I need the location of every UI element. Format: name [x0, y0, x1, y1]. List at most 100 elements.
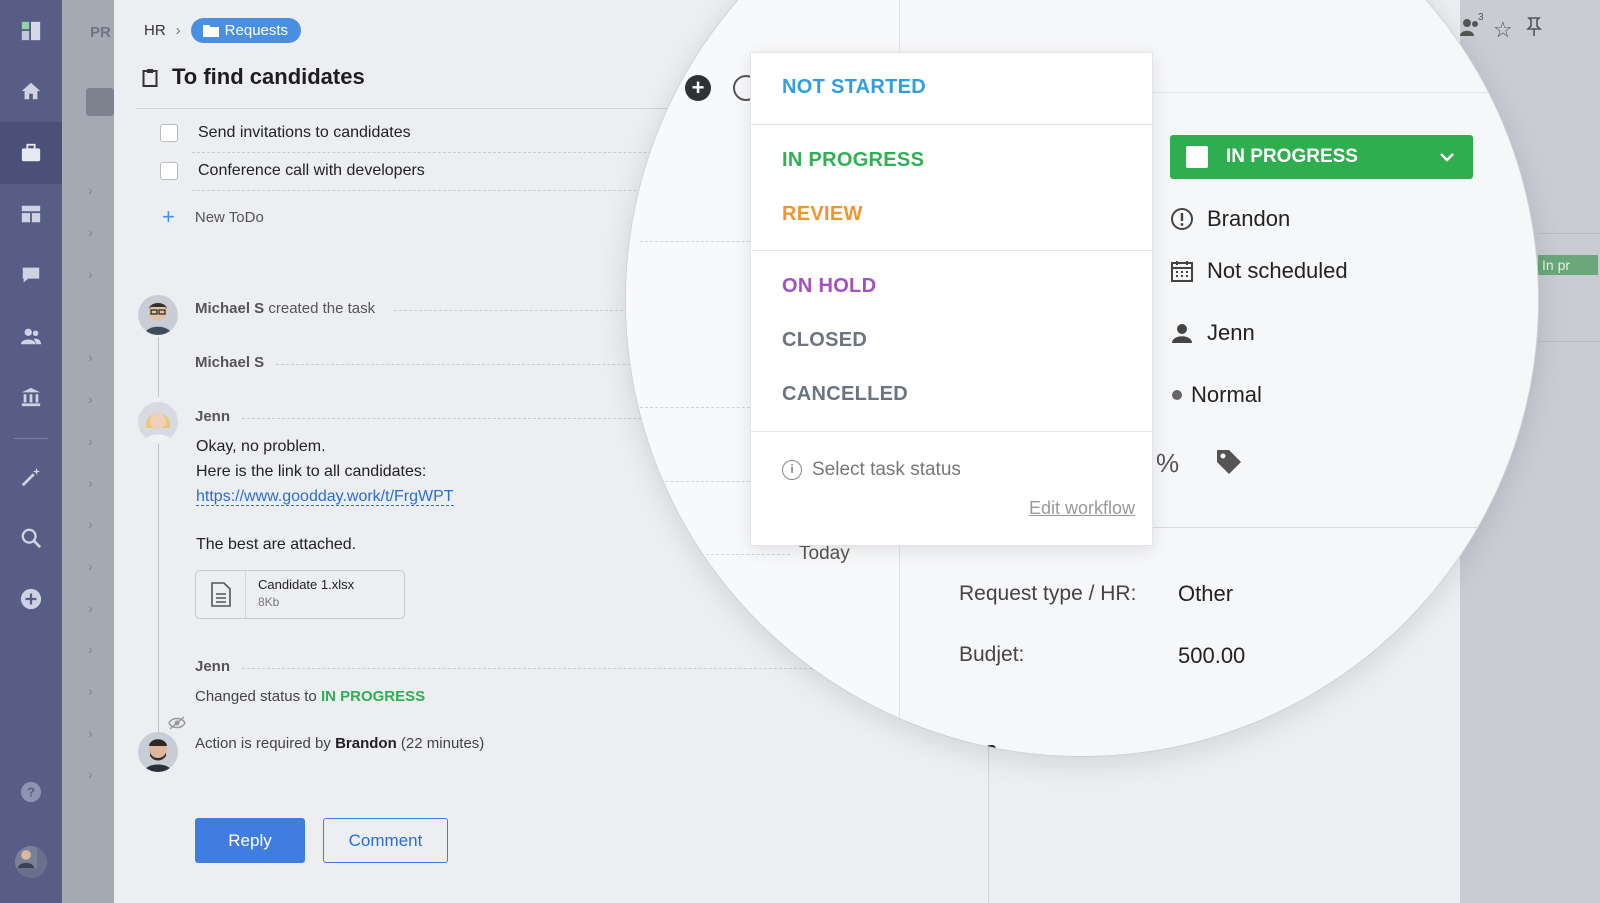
- rail-divider: [14, 438, 48, 439]
- todo-checkbox[interactable]: [160, 124, 178, 142]
- chevron-right-icon[interactable]: ›: [88, 475, 93, 491]
- organization-icon[interactable]: [18, 384, 44, 410]
- add-circle-icon[interactable]: [18, 586, 44, 612]
- avatar[interactable]: [138, 732, 178, 772]
- divider: [1538, 341, 1600, 342]
- chevron-right-icon[interactable]: ›: [88, 349, 93, 365]
- help-icon[interactable]: ?: [18, 779, 44, 805]
- tag-partial-badge: In pr: [1538, 255, 1598, 275]
- event-text: Action is required by: [195, 735, 331, 752]
- breadcrumb-root[interactable]: HR: [144, 22, 166, 39]
- field-value[interactable]: 500.00: [1178, 643, 1245, 669]
- chevron-down-icon: [1437, 147, 1457, 173]
- attachment-size: 8Kb: [258, 595, 280, 609]
- hidden-eye-icon[interactable]: [168, 716, 186, 735]
- chevron-right-icon[interactable]: ›: [88, 766, 93, 782]
- chevron-right-icon[interactable]: ›: [88, 266, 93, 282]
- status-option-cancelled[interactable]: CANCELLED: [782, 383, 908, 406]
- author-name[interactable]: Michael S: [195, 300, 264, 317]
- priority-row[interactable]: Normal: [1170, 382, 1262, 408]
- page-title: To find candidates: [142, 64, 365, 90]
- dashboard-icon[interactable]: [18, 201, 44, 227]
- chevron-right-icon[interactable]: ›: [88, 725, 93, 741]
- assignee-value: Jenn: [1207, 320, 1255, 345]
- attachment-card[interactable]: Candidate 1.xlsx 8Kb: [195, 570, 405, 619]
- user-name[interactable]: Brandon: [335, 735, 397, 752]
- sidebar-header: PR: [90, 24, 111, 41]
- current-status-label: IN PROGRESS: [1226, 146, 1358, 167]
- new-todo-button[interactable]: + New ToDo: [162, 204, 264, 230]
- field-value[interactable]: Other: [1178, 581, 1233, 607]
- divider: [1152, 92, 1538, 93]
- divider: [751, 431, 1152, 432]
- chevron-right-icon[interactable]: ›: [88, 433, 93, 449]
- reply-button[interactable]: Reply: [195, 818, 305, 863]
- status-dropdown-button[interactable]: IN PROGRESS: [1170, 135, 1473, 179]
- svg-text:?: ?: [27, 785, 35, 800]
- chevron-right-icon[interactable]: ›: [88, 683, 93, 699]
- user-avatar[interactable]: [15, 846, 47, 878]
- candidates-link[interactable]: https://www.goodday.work/t/FrgWPT: [196, 488, 454, 506]
- chat-icon[interactable]: [18, 262, 44, 288]
- status-option-closed[interactable]: CLOSED: [782, 329, 867, 352]
- divider: [640, 241, 760, 242]
- edit-workflow-link[interactable]: Edit workflow: [1029, 498, 1135, 519]
- message-line: Okay, no problem.: [196, 438, 326, 455]
- add-icon[interactable]: +: [685, 75, 711, 101]
- divider: [640, 554, 790, 555]
- status-option-on-hold[interactable]: ON HOLD: [782, 275, 876, 298]
- chevron-right-icon[interactable]: ›: [88, 600, 93, 616]
- timeline-line: [158, 337, 159, 397]
- status-option-not-started[interactable]: NOT STARTED: [782, 76, 926, 99]
- assignee-row[interactable]: Jenn: [1170, 320, 1255, 346]
- status-option-review[interactable]: REVIEW: [782, 203, 863, 226]
- avatar[interactable]: [138, 402, 178, 442]
- action-required-row[interactable]: Brandon: [1170, 206, 1290, 232]
- author-name[interactable]: Jenn: [195, 658, 230, 675]
- author-name[interactable]: Jenn: [195, 408, 230, 425]
- info-icon: i: [782, 460, 802, 480]
- divider: [751, 124, 1152, 125]
- message-line: The best are attached.: [196, 536, 357, 553]
- avatar[interactable]: [138, 295, 178, 335]
- status-color-swatch: [1186, 146, 1208, 168]
- timeline-line: [158, 444, 159, 734]
- chevron-right-icon[interactable]: ›: [88, 224, 93, 240]
- divider: [1538, 233, 1600, 234]
- status-dropdown-menu: NOT STARTED IN PROGRESS REVIEW ON HOLD C…: [750, 52, 1153, 546]
- percent-icon[interactable]: %: [1156, 448, 1179, 479]
- todo-checkbox[interactable]: [160, 162, 178, 180]
- clipboard-icon: [142, 68, 158, 87]
- chevron-right-icon[interactable]: ›: [88, 516, 93, 532]
- chevron-right-icon[interactable]: ›: [88, 641, 93, 657]
- search-icon[interactable]: [18, 525, 44, 551]
- author-name[interactable]: Michael S: [195, 354, 264, 371]
- more-options-icon[interactable]: ···: [1521, 138, 1538, 164]
- home-icon[interactable]: [18, 78, 44, 104]
- goodday-logo-icon[interactable]: [18, 18, 44, 44]
- message-body: Okay, no problem. Here is the link to al…: [196, 434, 454, 509]
- todo-label[interactable]: Send invitations to candidates: [198, 124, 411, 142]
- briefcase-icon[interactable]: [18, 140, 44, 166]
- todo-item[interactable]: Send invitations to candidates: [160, 124, 411, 142]
- bank-icon[interactable]: [86, 88, 114, 116]
- tag-icon[interactable]: [1215, 448, 1243, 483]
- status-option-in-progress[interactable]: IN PROGRESS: [782, 149, 924, 172]
- todo-label[interactable]: Conference call with developers: [198, 162, 425, 180]
- task-title[interactable]: To find candidates: [172, 64, 365, 90]
- todo-item[interactable]: Conference call with developers: [160, 162, 425, 180]
- comment-button[interactable]: Comment: [323, 818, 448, 863]
- breadcrumb-current[interactable]: Requests: [190, 18, 302, 43]
- magic-wand-icon[interactable]: [18, 464, 44, 490]
- chevron-right-icon[interactable]: ›: [88, 182, 93, 198]
- message-line: Here is the link to all candidates:: [196, 463, 427, 480]
- chevron-right-icon[interactable]: ›: [88, 391, 93, 407]
- chevron-right-icon[interactable]: ›: [88, 558, 93, 574]
- app-rail: ?: [0, 0, 62, 903]
- tag-partial-label: In pr: [1542, 257, 1571, 273]
- document-icon: [196, 571, 246, 618]
- magnifier-lens: + Today ··· IN PROGRESS Brandon Not sche: [626, 0, 1538, 756]
- deadline-row[interactable]: Not scheduled: [1170, 258, 1348, 284]
- users-icon[interactable]: [18, 323, 44, 349]
- event-text: Changed status to: [195, 688, 317, 705]
